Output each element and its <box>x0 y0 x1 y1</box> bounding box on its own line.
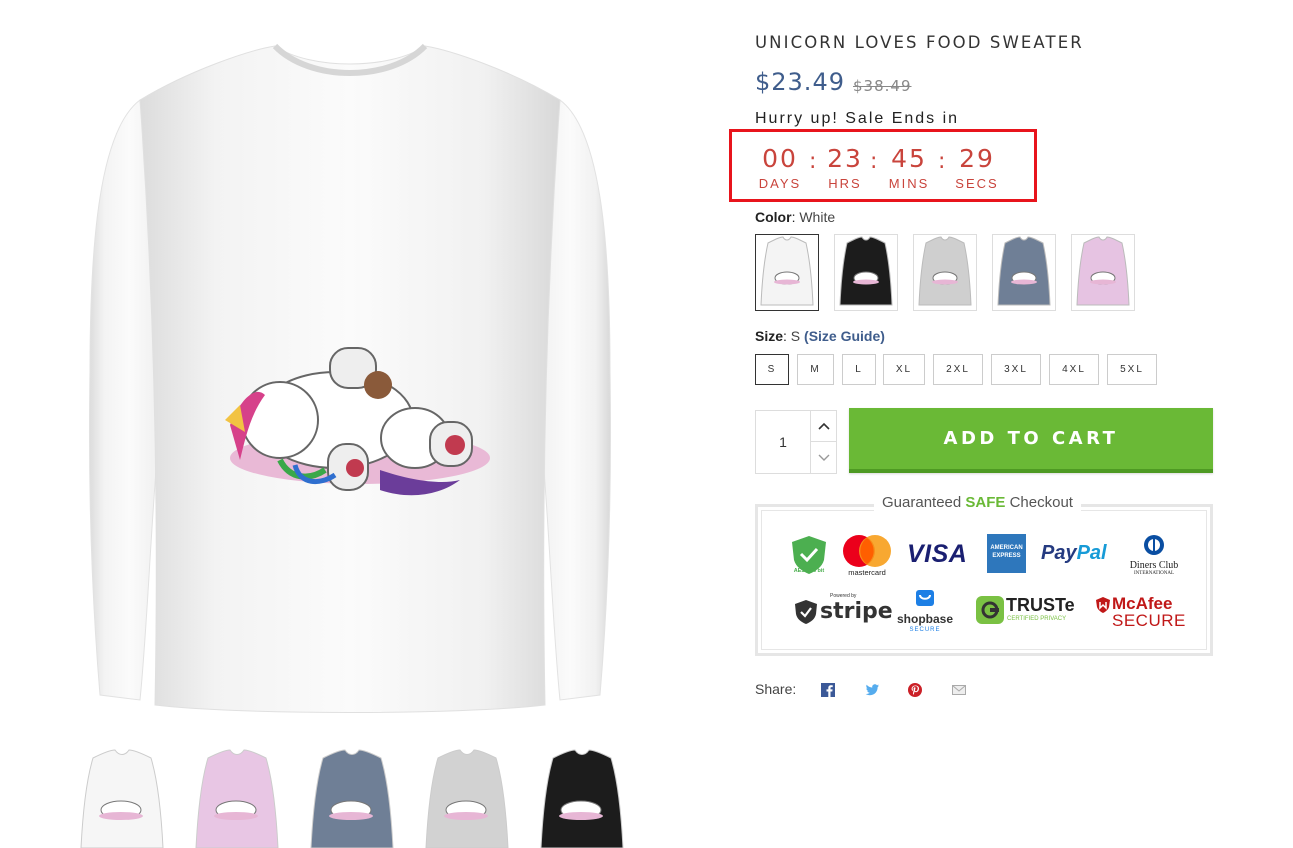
main-product-image[interactable] <box>80 40 620 720</box>
color-label: Color <box>755 209 792 225</box>
stripe-logo: Powered by stripe <box>794 593 893 629</box>
countdown-seconds-value: 29 <box>959 144 995 173</box>
compare-price: $38.49 <box>853 77 912 95</box>
shield-check-icon <box>795 600 817 624</box>
color-swatch[interactable] <box>992 234 1056 311</box>
envelope-icon <box>952 685 966 695</box>
size-guide-link[interactable]: (Size Guide) <box>804 328 885 344</box>
color-selected-value: White <box>799 209 836 225</box>
countdown-hours-label: HRS <box>828 176 862 191</box>
truste-logo: TRUSTe CERTIFIED PRIVACY <box>976 595 1078 627</box>
visa-logo: VISA <box>907 540 968 568</box>
size-option-xl[interactable]: XL <box>883 354 925 385</box>
mcafee-sub: SECURE <box>1112 611 1186 630</box>
safe-checkout-title-pre: Guaranteed <box>882 494 962 511</box>
size-selected-value: S <box>790 328 801 344</box>
pinterest-icon <box>908 683 922 697</box>
facebook-share-button[interactable] <box>820 682 836 698</box>
countdown-minutes: 45 MINS <box>884 145 934 193</box>
aes-256-label: AES-256 bit <box>793 568 825 574</box>
thumbnail-strip <box>75 748 635 848</box>
countdown-separator: : <box>809 149 817 174</box>
amex-label-1: AMERICAN <box>990 545 1023 551</box>
countdown-seconds-label: SECS <box>955 176 999 191</box>
stripe-label: stripe <box>820 599 893 624</box>
color-swatch[interactable] <box>834 234 898 311</box>
truste-icon <box>976 596 1004 624</box>
shopbase-secure: SECURE <box>909 627 941 633</box>
amex-logo: AMERICAN EXPRESS <box>987 534 1026 573</box>
shopping-bag-icon <box>916 590 934 606</box>
mcafee-logo: McAfee SECURE <box>1096 594 1186 630</box>
mastercard-icon <box>843 535 891 567</box>
truste-label: TRUSTe <box>1006 595 1075 615</box>
truste-sub: CERTIFIED PRIVACY <box>1007 616 1067 622</box>
pinterest-share-button[interactable] <box>907 682 923 698</box>
diners-label-1: Diners Club <box>1129 560 1179 571</box>
size-option-3xl[interactable]: 3XL <box>991 354 1041 385</box>
paypal-logo: PayPal <box>1041 542 1107 565</box>
thumbnail[interactable] <box>420 748 512 848</box>
countdown-separator: : <box>938 149 946 174</box>
quantity-input[interactable] <box>756 411 810 473</box>
countdown-minutes-value: 45 <box>891 144 927 173</box>
sale-price: $23.49 <box>755 68 845 96</box>
thumbnail[interactable] <box>305 748 397 848</box>
email-share-button[interactable] <box>951 682 967 698</box>
countdown-days: 00 DAYS <box>754 145 806 193</box>
size-option-s[interactable]: S <box>755 354 789 385</box>
shopbase-logo: shopbase SECURE <box>894 587 956 633</box>
safe-checkout-title-post: Checkout <box>1009 494 1073 511</box>
twitter-share-button[interactable] <box>864 682 880 698</box>
quantity-stepper <box>755 410 837 474</box>
diners-label-2: INTERNATIONAL <box>1134 571 1174 576</box>
size-label: Size <box>755 328 784 344</box>
amex-label-2: EXPRESS <box>992 553 1021 559</box>
add-to-cart-button[interactable]: ADD TO CART <box>849 408 1213 473</box>
size-option-l[interactable]: L <box>842 354 876 385</box>
countdown-minutes-label: MINS <box>888 176 930 191</box>
chevron-down-icon <box>818 454 830 461</box>
chevron-up-icon <box>818 422 830 430</box>
thumbnail[interactable] <box>535 748 627 848</box>
safe-checkout-title-safe: SAFE <box>965 494 1006 511</box>
twitter-icon <box>865 684 879 696</box>
safe-checkout-box: Guaranteed SAFE Checkout AES-256 bit mas… <box>755 494 1213 656</box>
paypal-label-a: Pay <box>1041 542 1077 564</box>
color-option-label: Color: White <box>755 209 836 225</box>
countdown-hours-value: 23 <box>827 144 863 173</box>
countdown-heading: Hurry up! Sale Ends in <box>755 110 960 127</box>
size-option-5xl[interactable]: 5XL <box>1107 354 1157 385</box>
diners-club-icon <box>1144 535 1164 555</box>
thumbnail[interactable] <box>190 748 282 848</box>
countdown-days-label: DAYS <box>758 176 802 191</box>
product-title: UNICORN LOVES FOOD SWEATER <box>755 33 1084 52</box>
countdown-timer: 00 DAYS : 23 HRS : 45 MINS : 29 SECS <box>729 129 1037 202</box>
safe-checkout-title: Guaranteed SAFE Checkout <box>874 494 1081 511</box>
share-label: Share: <box>755 681 797 697</box>
diners-club-logo: Diners Club INTERNATIONAL <box>1124 534 1184 576</box>
color-swatch[interactable] <box>1071 234 1135 311</box>
size-option-label: Size: S (Size Guide) <box>755 328 885 344</box>
countdown-days-value: 00 <box>762 144 798 173</box>
paypal-label-b: Pal <box>1076 542 1107 564</box>
quantity-increase-button[interactable] <box>810 411 837 442</box>
mcafee-shield-icon <box>1096 597 1110 613</box>
shopbase-label: shopbase <box>896 612 953 626</box>
color-swatch[interactable] <box>755 234 819 311</box>
size-option-m[interactable]: M <box>797 354 834 385</box>
countdown-seconds: 29 SECS <box>952 145 1002 193</box>
mastercard-logo: mastercard <box>842 534 892 580</box>
thumbnail[interactable] <box>75 748 167 848</box>
facebook-icon <box>821 683 835 697</box>
mastercard-label: mastercard <box>848 568 886 577</box>
countdown-separator: : <box>870 149 878 174</box>
size-option-4xl[interactable]: 4XL <box>1049 354 1099 385</box>
quantity-decrease-button[interactable] <box>810 442 837 473</box>
countdown-hours: 23 HRS <box>822 145 868 193</box>
color-swatch[interactable] <box>913 234 977 311</box>
size-option-2xl[interactable]: 2XL <box>933 354 983 385</box>
aes-256-badge: AES-256 bit <box>786 534 832 580</box>
